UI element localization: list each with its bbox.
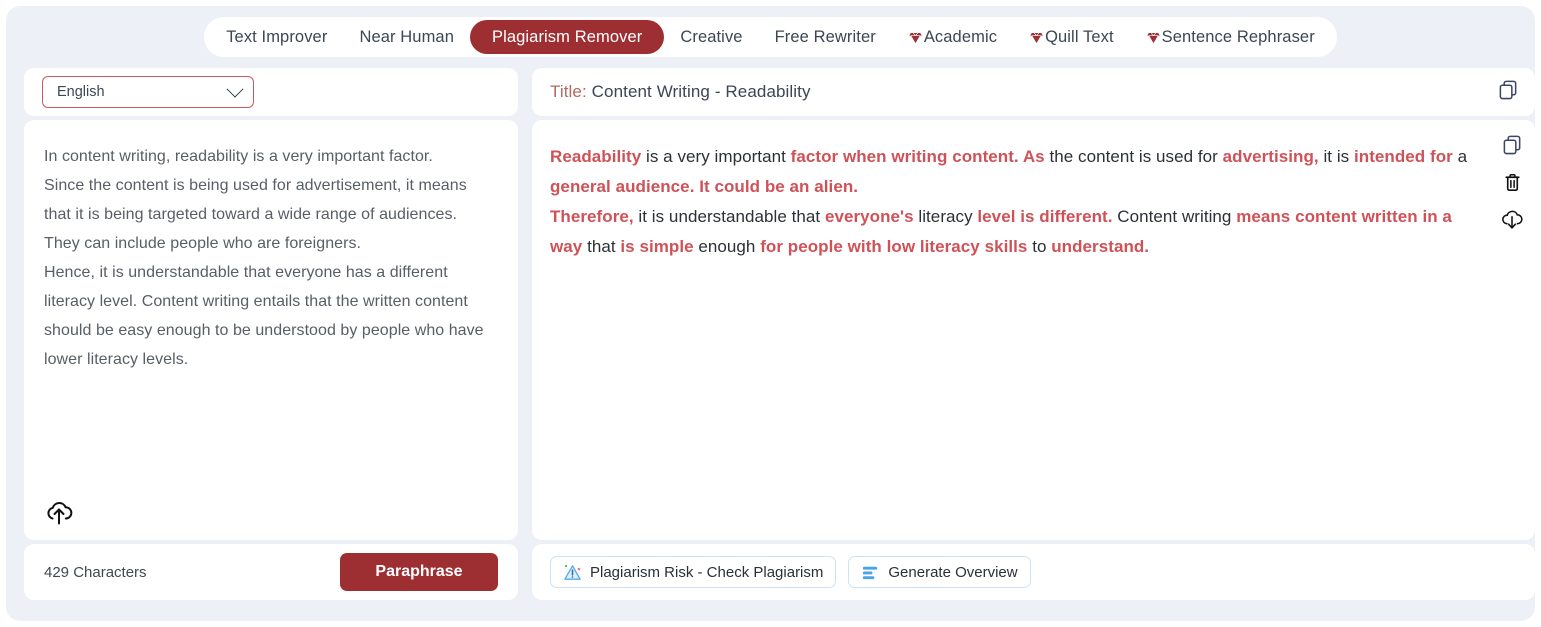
output-plain: that: [582, 237, 621, 256]
main-columns: English In content writing, readability …: [6, 68, 1535, 600]
tab-label: Creative: [680, 27, 743, 46]
output-tools: [1501, 134, 1523, 236]
output-plain: is a very important: [641, 147, 791, 166]
gem-icon: [1029, 31, 1044, 45]
title-label: Title:: [550, 82, 587, 101]
check-plagiarism-button[interactable]: Plagiarism Risk - Check Plagiarism: [550, 556, 837, 588]
tab-near-human[interactable]: Near Human: [343, 20, 470, 54]
gem-icon: [1146, 31, 1161, 45]
output-highlight: advertising,: [1222, 147, 1319, 166]
input-card[interactable]: In content writing, readability is a ver…: [24, 120, 518, 540]
tab-label: Sentence Rephraser: [1161, 27, 1315, 46]
right-footer: Plagiarism Risk - Check Plagiarism Gener…: [532, 544, 1535, 600]
output-plain: to: [1027, 237, 1052, 256]
tab-label: Near Human: [359, 27, 454, 46]
app-shell: Text Improver Near Human Plagiarism Remove…: [6, 6, 1535, 621]
copy-icon[interactable]: [1498, 79, 1519, 105]
paraphrase-button[interactable]: Paraphrase: [340, 553, 498, 591]
tab-free-rewriter[interactable]: Free Rewriter: [759, 20, 892, 54]
download-cloud-icon[interactable]: [1501, 210, 1523, 236]
bar-list-icon: [861, 563, 880, 582]
character-count: 429 Characters: [44, 563, 147, 581]
output-plain: it is: [1318, 147, 1354, 166]
gem-icon: [908, 31, 923, 45]
tab-plagiarism-remover[interactable]: Plagiarism Remover: [469, 20, 665, 54]
output-plain: a: [1452, 147, 1468, 166]
output-text[interactable]: Readability is a very important factor w…: [550, 142, 1477, 262]
generate-overview-button[interactable]: Generate Overview: [848, 556, 1031, 588]
tab-label: Quill Text: [1045, 27, 1114, 46]
generate-overview-label: Generate Overview: [888, 563, 1018, 581]
language-strip: English: [24, 68, 518, 116]
output-highlight: everyone's: [824, 207, 914, 226]
output-title: Title: Content Writing - Readability: [550, 82, 811, 102]
language-select[interactable]: English: [42, 76, 254, 108]
output-plain: Content writing: [1112, 207, 1237, 226]
output-highlight: Therefore,: [550, 207, 634, 226]
mode-tabbar: Text Improver Near Human Plagiarism Remove…: [204, 17, 1337, 57]
output-highlight: level is different.: [977, 207, 1113, 226]
left-column: English In content writing, readability …: [24, 68, 518, 600]
tab-label: Text Improver: [226, 27, 328, 46]
check-plagiarism-label: Plagiarism Risk - Check Plagiarism: [590, 563, 824, 581]
tab-label: Academic: [923, 27, 998, 46]
output-highlight: for people with low literacy skills: [760, 237, 1028, 256]
tab-quill-text[interactable]: Quill Text: [1013, 20, 1130, 54]
tab-text-improver[interactable]: Text Improver: [210, 20, 343, 54]
output-plain: it is understandable that: [633, 207, 825, 226]
tabbar-row: Text Improver Near Human Plagiarism Remove…: [6, 6, 1535, 68]
output-highlight: general audience. It could be an alien.: [550, 177, 859, 196]
output-highlight: factor when writing content. As: [790, 147, 1045, 166]
chevron-down-icon: [226, 80, 244, 98]
output-highlight: is simple: [620, 237, 694, 256]
output-plain: enough: [693, 237, 761, 256]
output-highlight: Readability: [550, 147, 642, 166]
language-select-value: English: [57, 84, 105, 100]
trash-icon[interactable]: [1502, 172, 1523, 198]
source-text[interactable]: In content writing, readability is a ver…: [44, 142, 498, 374]
output-highlight: intended for: [1353, 147, 1453, 166]
tab-creative[interactable]: Creative: [664, 20, 758, 54]
tab-label: Free Rewriter: [774, 27, 876, 46]
output-card[interactable]: Readability is a very important factor w…: [532, 120, 1535, 540]
title-strip: Title: Content Writing - Readability: [532, 68, 1535, 116]
copy-icon[interactable]: [1502, 134, 1523, 160]
right-column: Title: Content Writing - Readability Rea…: [532, 68, 1535, 600]
output-plain: the content is used for: [1044, 147, 1223, 166]
output-highlight: understand.: [1051, 237, 1150, 256]
output-plain: literacy: [913, 207, 978, 226]
warning-triangle-icon: [563, 563, 582, 582]
tab-academic[interactable]: Academic: [892, 20, 1013, 54]
upload-cloud-icon[interactable]: [44, 500, 74, 526]
left-footer: 429 Characters Paraphrase: [24, 544, 518, 600]
tab-label: Plagiarism Remover: [491, 27, 643, 46]
tab-sentence-rephraser[interactable]: Sentence Rephraser: [1130, 20, 1331, 54]
title-value: Content Writing - Readability: [591, 82, 811, 101]
